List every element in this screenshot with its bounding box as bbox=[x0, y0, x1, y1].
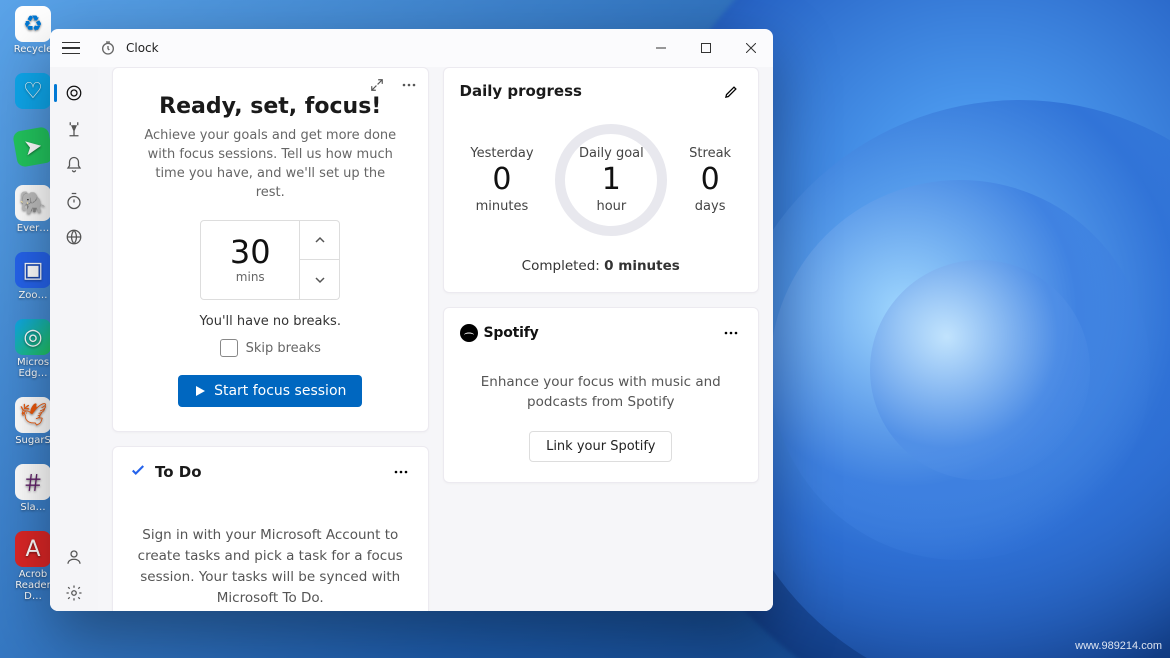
more-icon[interactable] bbox=[398, 74, 420, 96]
timer-value: 30 bbox=[230, 236, 271, 268]
clock-app-icon bbox=[100, 40, 116, 56]
window-title: Clock bbox=[126, 41, 159, 55]
sugarsync-icon: 🕊 bbox=[15, 397, 51, 433]
daily-goal-ring: Daily goal 1 hour bbox=[555, 124, 667, 236]
edge-icon: ◎ bbox=[15, 319, 51, 355]
more-icon[interactable] bbox=[390, 461, 412, 483]
todo-title: To Do bbox=[155, 463, 202, 481]
todo-icon bbox=[129, 463, 147, 481]
timer-value-box[interactable]: 30 mins bbox=[200, 220, 300, 300]
spotify-card: Spotify Enhance your focus with music an… bbox=[443, 307, 760, 483]
evernote-icon: 🐘 bbox=[15, 185, 51, 221]
timer-unit: mins bbox=[236, 270, 265, 284]
sidebar bbox=[50, 67, 98, 611]
completed-text: Completed: 0 minutes bbox=[460, 258, 743, 274]
sidebar-item-alarm[interactable] bbox=[54, 147, 94, 183]
todo-description: Sign in with your Microsoft Account to c… bbox=[129, 525, 412, 609]
send-icon: ➤ bbox=[12, 126, 54, 168]
stat-streak: Streak 0 days bbox=[689, 146, 731, 214]
spotify-description: Enhance your focus with music and podcas… bbox=[460, 372, 743, 413]
start-focus-button[interactable]: Start focus session bbox=[178, 375, 362, 407]
sidebar-item-stopwatch[interactable] bbox=[54, 183, 94, 219]
skip-breaks-checkbox[interactable] bbox=[220, 339, 238, 357]
edit-icon[interactable] bbox=[720, 80, 742, 102]
recycle-bin-icon: ♻ bbox=[15, 6, 51, 42]
spotify-name: Spotify bbox=[484, 325, 539, 341]
progress-title: Daily progress bbox=[460, 82, 582, 100]
close-button[interactable] bbox=[728, 29, 773, 67]
maximize-button[interactable] bbox=[683, 29, 728, 67]
more-icon[interactable] bbox=[720, 322, 742, 344]
slack-icon: ＃ bbox=[15, 464, 51, 500]
clock-window: Clock bbox=[50, 29, 773, 611]
focus-description: Achieve your goals and get more done wit… bbox=[131, 127, 410, 202]
watermark: www.989214.com bbox=[1075, 640, 1162, 652]
titlebar: Clock bbox=[50, 29, 773, 67]
stat-yesterday: Yesterday 0 minutes bbox=[470, 146, 533, 214]
daily-progress-card: Daily progress Yesterday 0 minutes Daily… bbox=[443, 67, 760, 293]
focus-session-card: Ready, set, focus! Achieve your goals an… bbox=[112, 67, 429, 432]
decrement-button[interactable] bbox=[300, 260, 340, 300]
sidebar-item-timer[interactable] bbox=[54, 111, 94, 147]
main-content: Ready, set, focus! Achieve your goals an… bbox=[98, 67, 773, 611]
play-icon bbox=[194, 385, 206, 397]
todo-card: To Do Sign in with your Microsoft Accoun… bbox=[112, 446, 429, 611]
skip-breaks-label: Skip breaks bbox=[246, 341, 321, 356]
expand-icon[interactable] bbox=[366, 74, 388, 96]
acrobat-icon: A bbox=[15, 531, 51, 567]
heart-icon: ♡ bbox=[15, 73, 51, 109]
spotify-icon bbox=[460, 324, 478, 342]
increment-button[interactable] bbox=[300, 220, 340, 260]
focus-heading: Ready, set, focus! bbox=[131, 94, 410, 119]
link-spotify-button[interactable]: Link your Spotify bbox=[529, 431, 672, 462]
timer-stepper: 30 mins bbox=[131, 220, 410, 300]
sidebar-item-account[interactable] bbox=[54, 539, 94, 575]
sidebar-item-world-clock[interactable] bbox=[54, 219, 94, 255]
sidebar-item-focus[interactable] bbox=[54, 75, 94, 111]
minimize-button[interactable] bbox=[638, 29, 683, 67]
breaks-text: You'll have no breaks. bbox=[131, 314, 410, 329]
zoom-icon: ▣ bbox=[15, 252, 51, 288]
sidebar-item-settings[interactable] bbox=[54, 575, 94, 611]
hamburger-menu-button[interactable] bbox=[60, 37, 82, 59]
